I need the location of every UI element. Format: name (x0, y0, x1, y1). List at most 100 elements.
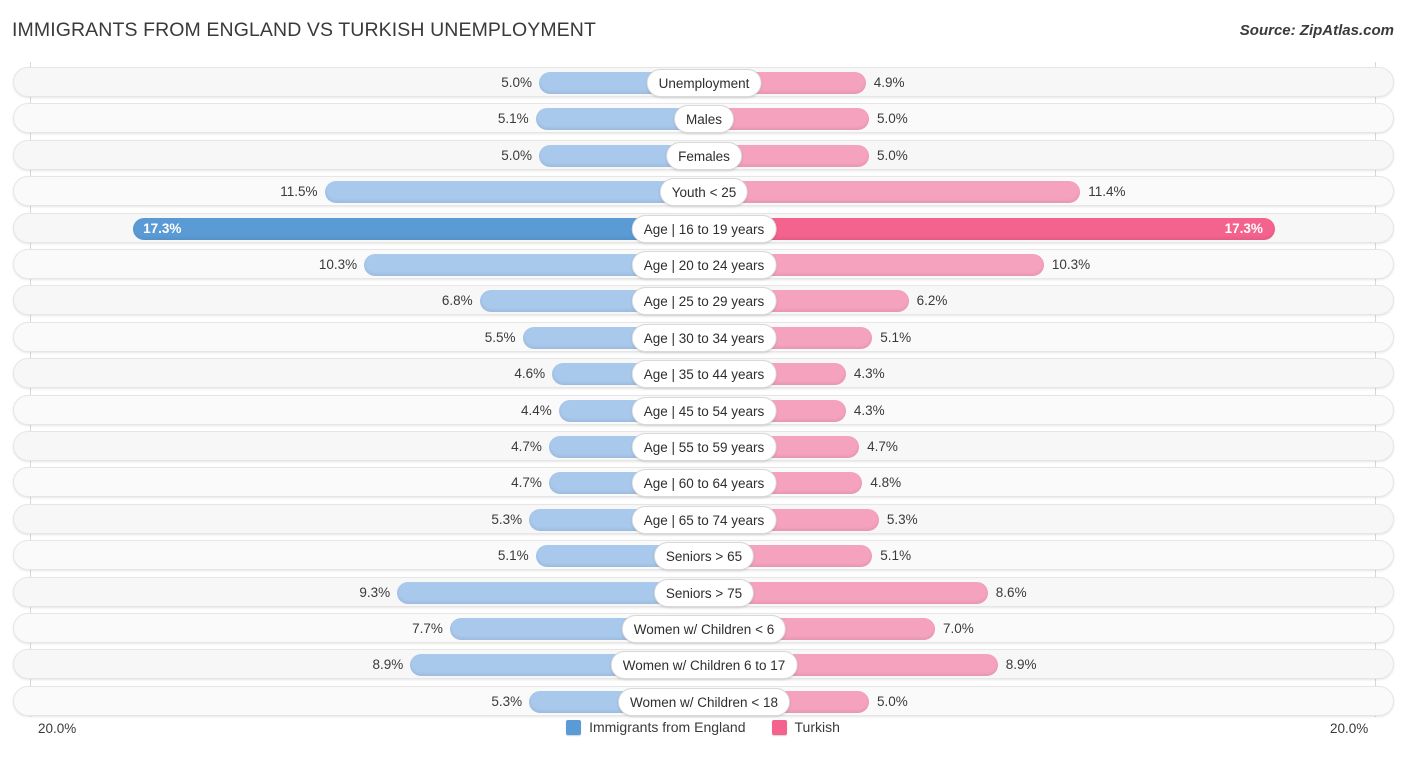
category-label[interactable]: Age | 65 to 74 years (631, 505, 777, 534)
table-row[interactable]: 11.5% 11.4% Youth < 25 (13, 176, 1395, 207)
value-label-left: 5.1% (497, 548, 529, 564)
table-row[interactable]: 5.3% 5.0% Women w/ Children < 18 (13, 685, 1395, 717)
value-label-right: 4.8% (870, 475, 902, 491)
bar-pair: 5.0% 5.0% Females (14, 141, 1395, 171)
legend-item[interactable]: Immigrants from England (566, 719, 746, 735)
table-row[interactable]: 8.9% 8.9% Women w/ Children 6 to 17 (13, 649, 1395, 680)
value-label-right: 5.0% (877, 693, 908, 709)
value-label-left: 11.5% (280, 184, 318, 200)
value-label-left: 4.6% (514, 366, 546, 382)
value-label-left: 5.0% (501, 75, 532, 90)
source-attribution: Source: ZipAtlas.com (1239, 22, 1394, 39)
category-label[interactable]: Women w/ Children < 6 (621, 615, 787, 643)
value-label-right: 6.2% (916, 293, 948, 309)
category-label[interactable]: Age | 45 to 54 years (631, 396, 777, 425)
chart-plot-area: 5.0% 4.9% Unemployment 5.1% 5.0% Males 5.0% 5.0… (0, 62, 1406, 717)
bar-pair: 4.7% 4.7% Age | 55 to 59 years (14, 432, 1395, 462)
value-label-right: 5.1% (880, 329, 912, 345)
table-row[interactable]: 5.1% 5.0% Males (13, 103, 1395, 134)
bar-pair: 7.7% 7.0% Women w/ Children < 6 (14, 614, 1395, 644)
value-label-left: 5.1% (497, 111, 529, 127)
table-row[interactable]: 9.3% 8.6% Seniors > 75 (13, 576, 1395, 608)
bar-pair: 4.6% 4.3% Age | 35 to 44 years (14, 359, 1395, 389)
bar-pair: 6.8% 6.2% Age | 25 to 29 years (14, 286, 1395, 316)
table-row[interactable]: 5.3% 5.3% Age | 65 to 74 years (13, 503, 1395, 535)
value-label-right: 5.3% (886, 511, 918, 527)
table-row[interactable]: 6.8% 6.2% Age | 25 to 29 years (13, 285, 1395, 316)
value-label-right: 5.1% (880, 548, 912, 564)
bar-pair: 5.1% 5.0% Males (14, 104, 1395, 134)
bar-pair: 4.7% 4.8% Age | 60 to 64 years (14, 468, 1395, 498)
table-row[interactable]: 5.0% 4.9% Unemployment (13, 67, 1394, 97)
chart-page: IMMIGRANTS FROM ENGLAND VS TURKISH UNEMP… (0, 0, 1406, 757)
value-label-right: 7.0% (943, 621, 974, 636)
value-label-right: 4.9% (873, 75, 905, 90)
bar-turkish[interactable] (704, 181, 1081, 204)
category-label[interactable]: Age | 35 to 44 years (631, 360, 777, 389)
chart-legend: Immigrants from England Turkish (0, 719, 1406, 735)
category-label[interactable]: Age | 25 to 29 years (631, 287, 777, 316)
value-label-left: 5.0% (501, 147, 532, 163)
category-label[interactable]: Age | 16 to 19 years (631, 214, 777, 243)
table-row[interactable]: 4.7% 4.8% Age | 60 to 64 years (13, 467, 1395, 498)
value-label-right: 17.3% (1224, 220, 1263, 236)
table-row[interactable]: 4.4% 4.3% Age | 45 to 54 years (13, 394, 1395, 426)
value-label-right: 4.7% (867, 439, 898, 454)
value-label-left: 9.3% (359, 584, 391, 600)
bar-pair: 5.3% 5.0% Women w/ Children < 18 (14, 687, 1395, 717)
value-label-left: 5.5% (484, 329, 516, 345)
table-row[interactable]: 7.7% 7.0% Women w/ Children < 6 (13, 613, 1394, 643)
table-row[interactable]: 4.6% 4.3% Age | 35 to 44 years (13, 358, 1395, 389)
category-label[interactable]: Seniors > 75 (653, 578, 755, 607)
value-label-left: 10.3% (318, 257, 358, 272)
table-row[interactable]: 5.5% 5.1% Age | 30 to 34 years (13, 321, 1395, 353)
category-label[interactable]: Seniors > 65 (653, 542, 755, 571)
table-row[interactable]: 5.1% 5.1% Seniors > 65 (13, 540, 1395, 571)
category-label[interactable]: Youth < 25 (659, 178, 749, 207)
table-row[interactable]: 17.3% 17.3% Age | 16 to 19 years (13, 212, 1395, 244)
bar-immigrants-from-england[interactable] (324, 181, 704, 204)
value-label-left: 5.3% (491, 511, 523, 527)
value-label-right: 8.6% (995, 584, 1027, 600)
category-label[interactable]: Women w/ Children 6 to 17 (610, 651, 798, 680)
category-label[interactable]: Age | 20 to 24 years (631, 251, 777, 279)
category-label[interactable]: Males (673, 105, 735, 134)
bar-pair: 5.0% 4.9% Unemployment (14, 68, 1395, 98)
value-label-left: 6.8% (441, 293, 473, 309)
category-label[interactable]: Females (666, 141, 742, 170)
legend-label: Turkish (794, 719, 840, 735)
value-label-right: 8.9% (1005, 657, 1037, 673)
value-label-right: 10.3% (1051, 257, 1091, 272)
value-label-right: 11.4% (1088, 184, 1126, 200)
legend-item[interactable]: Turkish (771, 719, 840, 735)
value-label-left: 4.7% (511, 439, 542, 454)
bar-pair: 17.3% 17.3% Age | 16 to 19 years (14, 214, 1395, 244)
value-label-left: 17.3% (143, 220, 182, 236)
table-row[interactable]: 10.3% 10.3% Age | 20 to 24 years (13, 249, 1394, 279)
bar-pair: 4.4% 4.3% Age | 45 to 54 years (14, 396, 1395, 426)
page-title: IMMIGRANTS FROM ENGLAND VS TURKISH UNEMP… (12, 19, 596, 41)
value-label-right: 4.3% (853, 366, 885, 382)
bar-pair: 8.9% 8.9% Women w/ Children 6 to 17 (14, 650, 1395, 680)
bar-pair: 5.1% 5.1% Seniors > 65 (14, 541, 1395, 571)
category-label[interactable]: Women w/ Children < 18 (618, 687, 790, 716)
value-label-left: 4.7% (511, 475, 542, 491)
chart-footer: 20.0% 20.0% Immigrants from England Turki… (0, 717, 1406, 757)
table-row[interactable]: 5.0% 5.0% Females (13, 139, 1395, 171)
category-label[interactable]: Age | 55 to 59 years (631, 433, 777, 461)
value-label-right: 5.0% (877, 111, 908, 127)
value-label-left: 7.7% (412, 621, 443, 636)
bar-pair: 5.5% 5.1% Age | 30 to 34 years (14, 323, 1395, 353)
table-row[interactable]: 4.7% 4.7% Age | 55 to 59 years (13, 431, 1394, 461)
bar-pair: 11.5% 11.4% Youth < 25 (14, 177, 1395, 207)
bar-pair: 5.3% 5.3% Age | 65 to 74 years (14, 505, 1395, 535)
legend-swatch-icon (566, 719, 582, 735)
category-label[interactable]: Age | 60 to 64 years (631, 469, 777, 498)
value-label-left: 8.9% (372, 657, 404, 673)
category-label[interactable]: Unemployment (646, 69, 762, 97)
value-label-left: 4.4% (521, 402, 552, 418)
chart-header: IMMIGRANTS FROM ENGLAND VS TURKISH UNEMP… (0, 0, 1406, 62)
category-label[interactable]: Age | 30 to 34 years (631, 323, 777, 352)
bar-pair: 9.3% 8.6% Seniors > 75 (14, 578, 1395, 608)
legend-label: Immigrants from England (589, 719, 746, 735)
